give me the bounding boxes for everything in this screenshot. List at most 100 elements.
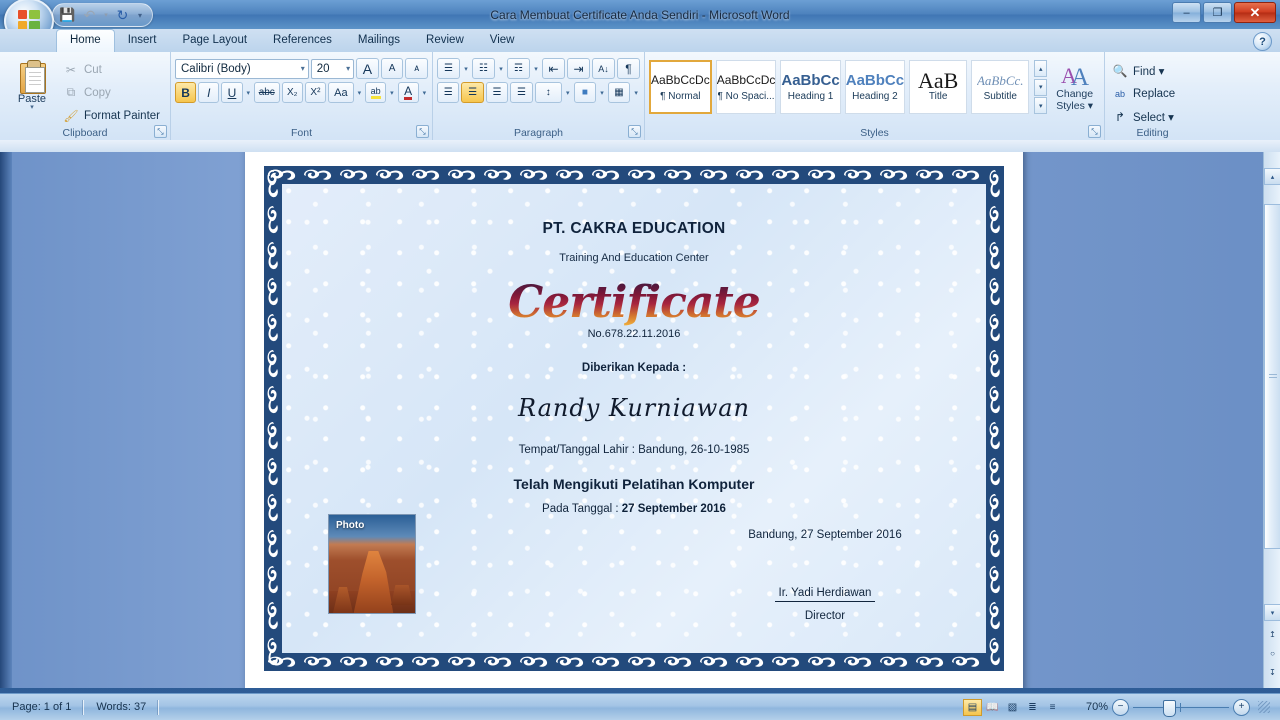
tab-insert[interactable]: Insert	[115, 30, 170, 52]
italic-button[interactable]: I	[198, 82, 220, 103]
zoom-slider-thumb[interactable]	[1163, 699, 1176, 717]
superscript-button[interactable]: X²	[304, 82, 326, 103]
styles-scroll-up-button[interactable]: ▴	[1034, 60, 1048, 77]
select-browse-object-button[interactable]: ○	[1264, 645, 1280, 661]
photo-placeholder[interactable]: Photo	[328, 514, 416, 614]
sort-button[interactable]: A↓	[592, 58, 615, 79]
bullets-button[interactable]: ☰	[437, 58, 460, 79]
font-name-combobox[interactable]: Calibri (Body) ▾	[175, 58, 309, 79]
align-left-button[interactable]: ☰	[437, 82, 460, 103]
justify-button[interactable]: ☰	[510, 82, 533, 103]
increase-indent-button[interactable]: ⇥	[567, 58, 590, 79]
view-outline-button[interactable]: ≣	[1023, 699, 1042, 716]
styles-dialog-launcher[interactable]: ⤡	[1088, 125, 1101, 138]
paste-caret-icon[interactable]: ▾	[30, 104, 34, 111]
line-spacing-button[interactable]: ↕	[534, 82, 562, 103]
decrease-indent-button[interactable]: ⇤	[542, 58, 565, 79]
style-normal[interactable]: AaBbCcDc ¶ Normal	[649, 60, 712, 114]
borders-caret-icon[interactable]: ▾	[632, 89, 640, 97]
font-dialog-launcher[interactable]: ⤡	[416, 125, 429, 138]
save-icon[interactable]: 💾	[58, 6, 77, 25]
align-center-button[interactable]: ☰	[461, 82, 484, 103]
show-formatting-marks-button[interactable]: ¶	[617, 58, 640, 79]
select-button[interactable]: ↱ Select ▾	[1109, 106, 1196, 127]
maximize-button[interactable]: ❐	[1203, 2, 1232, 23]
format-painter-button[interactable]: 🖌 Format Painter	[60, 105, 166, 126]
replace-button[interactable]: ab Replace	[1109, 83, 1196, 104]
borders-button[interactable]: ▦	[607, 82, 631, 103]
copy-button[interactable]: ⧉ Copy	[60, 82, 166, 103]
view-draft-button[interactable]: ≡	[1043, 699, 1062, 716]
redo-icon[interactable]: ↻	[113, 6, 132, 25]
line-spacing-caret-icon[interactable]: ▾	[564, 89, 572, 97]
find-button[interactable]: 🔍 Find ▾	[1109, 60, 1196, 81]
minimize-button[interactable]: –	[1172, 2, 1201, 23]
tab-review[interactable]: Review	[413, 30, 477, 52]
resize-grip-icon[interactable]	[1258, 701, 1270, 713]
bold-button[interactable]: B	[175, 82, 197, 103]
multilevel-list-button[interactable]: ☶	[507, 58, 530, 79]
strikethrough-button[interactable]: abc	[253, 82, 280, 103]
font-color-caret-icon[interactable]: ▾	[421, 89, 428, 97]
page-indicator[interactable]: Page: 1 of 1	[0, 699, 83, 716]
bullets-caret-icon[interactable]: ▾	[462, 65, 470, 73]
view-full-screen-reading-button[interactable]: 📖	[983, 699, 1002, 716]
tab-home[interactable]: Home	[56, 29, 115, 52]
scrollbar-thumb[interactable]	[1264, 204, 1280, 549]
shading-caret-icon[interactable]: ▾	[598, 89, 606, 97]
shading-button[interactable]: ■	[573, 82, 597, 103]
multilevel-caret-icon[interactable]: ▾	[532, 65, 540, 73]
close-button[interactable]: ✕	[1234, 2, 1276, 23]
help-icon[interactable]: ?	[1253, 32, 1272, 51]
vertical-scrollbar[interactable]: ▴ ▾ ↥ ○ ↧	[1263, 152, 1280, 688]
style-subtitle[interactable]: AaBbCc. Subtitle	[971, 60, 1030, 114]
document-page[interactable]: PT. CAKRA EDUCATION Training And Educati…	[245, 152, 1023, 688]
tab-page-layout[interactable]: Page Layout	[169, 30, 260, 52]
zoom-slider[interactable]	[1133, 699, 1229, 717]
shrink-font-button[interactable]: A	[380, 58, 404, 79]
tab-references[interactable]: References	[260, 30, 345, 52]
previous-page-button[interactable]: ↥	[1264, 626, 1280, 642]
underline-button[interactable]: U	[221, 82, 243, 103]
zoom-level[interactable]: 70%	[1074, 701, 1108, 713]
style-heading-2[interactable]: AaBbCc Heading 2	[844, 60, 906, 114]
view-print-layout-button[interactable]: ▤	[963, 698, 982, 716]
certificate-content[interactable]: PT. CAKRA EDUCATION Training And Educati…	[282, 184, 986, 653]
undo-icon[interactable]: ↶	[80, 6, 99, 25]
zoom-in-button[interactable]: +	[1233, 698, 1250, 716]
undo-dropdown-caret-icon[interactable]: ▾	[102, 6, 110, 25]
scroll-up-button[interactable]: ▴	[1264, 168, 1280, 185]
grow-font-button[interactable]: A	[356, 58, 379, 79]
numbering-button[interactable]: ☷	[472, 58, 495, 79]
change-styles-button[interactable]: A A Change Styles ▾	[1049, 60, 1100, 112]
tab-mailings[interactable]: Mailings	[345, 30, 413, 52]
customize-qat-caret-icon[interactable]: ▾	[135, 6, 145, 25]
clipboard-dialog-launcher[interactable]: ⤡	[154, 125, 167, 138]
text-highlight-button[interactable]: ab	[365, 82, 387, 103]
numbering-caret-icon[interactable]: ▾	[497, 65, 505, 73]
change-case-button[interactable]: Aa	[328, 82, 354, 103]
align-right-button[interactable]: ☰	[485, 82, 509, 103]
style-title[interactable]: AaB Title	[909, 60, 968, 114]
underline-caret-icon[interactable]: ▾	[245, 89, 252, 97]
style-name: Heading 1	[787, 90, 834, 102]
font-color-button[interactable]: A	[397, 82, 419, 103]
clear-formatting-button[interactable]: ᴀ	[405, 58, 428, 79]
styles-more-button[interactable]: ▾	[1034, 97, 1048, 114]
styles-scroll-down-button[interactable]: ▾	[1034, 78, 1048, 96]
highlight-caret-icon[interactable]: ▾	[388, 89, 395, 97]
style-no-spacing[interactable]: AaBbCcDc ¶ No Spaci...	[715, 60, 777, 114]
font-size-combobox[interactable]: 20 ▾	[310, 58, 355, 79]
subscript-button[interactable]: X₂	[281, 82, 303, 103]
next-page-button[interactable]: ↧	[1264, 664, 1280, 680]
word-count[interactable]: Words: 37	[84, 699, 158, 716]
scroll-down-button[interactable]: ▾	[1264, 604, 1280, 621]
cut-button[interactable]: ✂ Cut	[60, 59, 166, 80]
style-heading-1[interactable]: AaBbCс Heading 1	[780, 60, 841, 114]
change-case-caret-icon[interactable]: ▾	[356, 89, 363, 97]
zoom-out-button[interactable]: −	[1112, 698, 1129, 716]
paragraph-dialog-launcher[interactable]: ⤡	[628, 125, 641, 138]
tab-view[interactable]: View	[477, 30, 528, 52]
document-workspace[interactable]: PT. CAKRA EDUCATION Training And Educati…	[0, 152, 1280, 688]
view-web-layout-button[interactable]: ▧	[1003, 699, 1022, 716]
